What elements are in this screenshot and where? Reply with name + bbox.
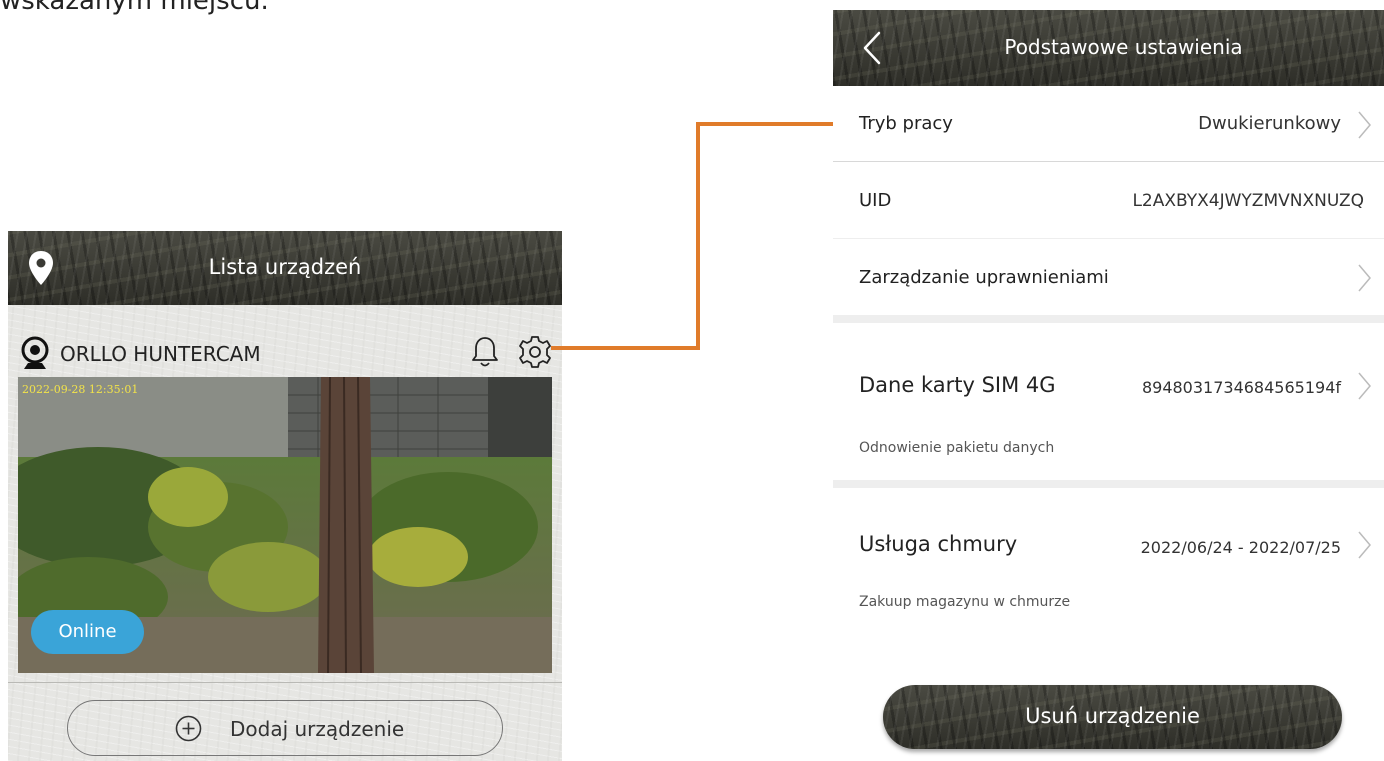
sim-label: Dane karty SIM 4G xyxy=(859,373,1056,397)
device-name: ORLLO HUNTERCAM xyxy=(60,342,261,366)
cloud-period-value: 2022/06/24 - 2022/07/25 xyxy=(1140,538,1341,557)
section-gap xyxy=(833,315,1384,323)
sim-iccid-value: 89480317346845651​94f xyxy=(1141,378,1341,397)
device-list-screen: Lista urządzeń ORLLO HUNTERCAM 2022-09-2… xyxy=(8,231,562,761)
work-mode-value: Dwukierunkowy xyxy=(1198,113,1341,134)
device-list-header: Lista urządzeń xyxy=(8,231,562,305)
chevron-right-icon xyxy=(1358,372,1371,400)
sim-data-row[interactable]: Dane karty SIM 4G 89480317346845651​94f … xyxy=(833,323,1384,480)
delete-device-label: Usuń urządzenie xyxy=(1025,704,1200,728)
add-device-label: Dodaj urządzenie xyxy=(230,717,405,741)
chevron-right-icon xyxy=(1358,264,1371,292)
snapshot-timestamp: 2022-09-28 12:35:01 xyxy=(22,383,139,396)
page-title: Lista urządzeń xyxy=(208,255,362,279)
uid-row: UID L2AXBYX4JWYZMVNXNUZQ xyxy=(833,162,1384,238)
device-row[interactable]: ORLLO HUNTERCAM xyxy=(8,305,562,377)
permissions-label: Zarządzanie uprawnieniami xyxy=(859,267,1109,288)
cloud-label: Usługa chmury xyxy=(859,532,1018,556)
cloud-purchase-link[interactable]: Zakuup magazynu w chmurze xyxy=(859,594,1070,610)
divider xyxy=(8,682,562,683)
uid-value: L2AXBYX4JWYZMVNXNUZQ xyxy=(1132,191,1364,211)
permissions-row[interactable]: Zarządzanie uprawnieniami xyxy=(833,239,1384,315)
page-title: Podstawowe ustawienia xyxy=(1004,35,1243,59)
work-mode-row[interactable]: Tryb pracy Dwukierunkowy xyxy=(833,86,1384,161)
basic-settings-screen: Podstawowe ustawienia Tryb pracy Dwukier… xyxy=(833,10,1384,761)
uid-label: UID xyxy=(859,190,892,211)
status-badge: Online xyxy=(31,610,144,654)
section-gap xyxy=(833,480,1384,488)
plus-circle-icon xyxy=(175,715,202,742)
device-list-body: ORLLO HUNTERCAM 2022-09-28 12:35:01 Onli… xyxy=(8,305,562,761)
camera-preview[interactable]: 2022-09-28 12:35:01 Online xyxy=(18,377,552,673)
gear-icon[interactable] xyxy=(518,335,552,369)
chevron-right-icon xyxy=(1358,531,1371,559)
chevron-right-icon xyxy=(1358,111,1371,139)
sim-renewal-link[interactable]: Odnowienie pakietu danych xyxy=(859,440,1054,456)
add-device-button[interactable]: Dodaj urządzenie xyxy=(67,700,503,756)
settings-header: Podstawowe ustawienia xyxy=(833,10,1384,86)
delete-device-button[interactable]: Usuń urządzenie xyxy=(883,685,1342,749)
webcam-icon xyxy=(21,336,49,369)
bell-icon[interactable] xyxy=(470,335,500,369)
cut-off-caption: wskazanym miejscu. xyxy=(0,0,269,16)
cloud-service-row[interactable]: Usługa chmury 2022/06/24 - 2022/07/25 Za… xyxy=(833,488,1384,648)
work-mode-label: Tryb pracy xyxy=(859,113,953,134)
